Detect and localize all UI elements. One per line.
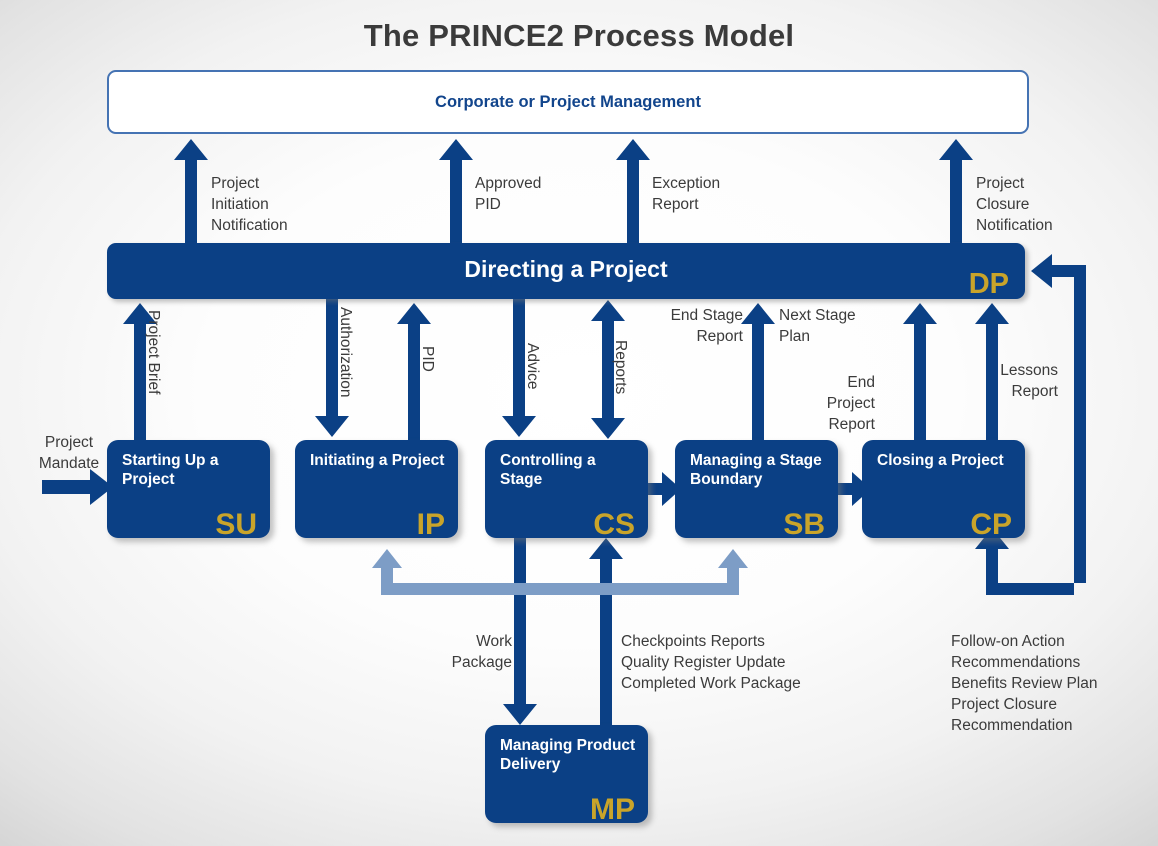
- process-box-initiating-a-project[interactable]: Initiating a Project IP: [295, 440, 458, 541]
- process-abbr-mp: MP: [590, 793, 635, 826]
- process-name-ip: Initiating a Project: [310, 452, 445, 469]
- arrow-light-connector-to-sb: [621, 549, 748, 595]
- flow-label-project-brief: Project Brief: [145, 310, 162, 395]
- flow-label-next-stage-plan: Next Stage Plan: [779, 307, 856, 345]
- flow-label-project-initiation-notification: Project Initiation Notification: [211, 175, 288, 234]
- arrow-project-mandate: [42, 469, 113, 505]
- process-box-starting-up-a-project[interactable]: Starting Up a Project SU: [107, 440, 270, 541]
- flow-label-exception-report: Exception Report: [652, 175, 721, 213]
- flow-label-end-stage-report: End Stage Report: [670, 307, 743, 345]
- process-name-sb: Managing a Stage Boundary: [690, 452, 822, 488]
- arrow-project-initiation-notification: [174, 139, 208, 243]
- directing-a-project-abbr: DP: [968, 268, 1009, 300]
- corporate-management-label: Corporate or Project Management: [435, 92, 701, 111]
- process-abbr-cs: CS: [593, 508, 635, 541]
- flow-label-project-mandate: Project Mandate: [38, 434, 100, 472]
- flow-label-project-closure-notification: Project Closure Notification: [976, 175, 1053, 234]
- flow-label-reports: Reports: [612, 340, 629, 395]
- process-box-closing-a-project[interactable]: Closing a Project CP: [862, 440, 1025, 541]
- flow-label-work-package: Work Package: [451, 633, 512, 671]
- flow-label-checkpoints-reports: Checkpoints Reports Quality Register Upd…: [621, 633, 801, 692]
- corporate-management-box[interactable]: Corporate or Project Management: [107, 70, 1029, 134]
- prince2-process-model-diagram: The PRINCE2 Process Model Corporate or P…: [0, 0, 1158, 846]
- process-name-cs: Controlling a Stage: [500, 452, 596, 488]
- flow-label-authorization: Authorization: [337, 307, 354, 398]
- flow-label-advice: Advice: [524, 343, 541, 390]
- process-box-controlling-a-stage[interactable]: Controlling a Stage CS: [485, 440, 648, 541]
- arrow-checkpoints-reports: [589, 538, 623, 725]
- arrow-light-connector-bus: [372, 549, 590, 595]
- process-abbr-ip: IP: [416, 508, 445, 541]
- process-box-directing-a-project[interactable]: Directing a Project DP: [107, 243, 1025, 300]
- dark-blue-arrows: [42, 139, 1086, 725]
- arrow-project-closure-notification: [939, 139, 973, 243]
- arrow-approved-pid: [439, 139, 473, 243]
- process-name-cp: Closing a Project: [877, 452, 1004, 469]
- directing-a-project-label: Directing a Project: [464, 256, 668, 282]
- flow-label-follow-on-action: Follow-on Action Recommendations Benefit…: [951, 633, 1098, 734]
- arrow-exception-report: [616, 139, 650, 243]
- light-blue-connectors: [372, 549, 748, 595]
- process-box-managing-product-delivery[interactable]: Managing Product Delivery MP: [485, 725, 648, 826]
- process-name-su: Starting Up a Project: [122, 452, 219, 488]
- process-box-managing-a-stage-boundary[interactable]: Managing a Stage Boundary SB: [675, 440, 838, 541]
- flow-label-pid: PID: [419, 346, 436, 372]
- process-abbr-cp: CP: [970, 508, 1012, 541]
- light-connector-bridge: [590, 583, 622, 595]
- flow-label-lessons-report: Lessons Report: [1000, 362, 1058, 400]
- page-title: The PRINCE2 Process Model: [363, 18, 795, 53]
- process-abbr-su: SU: [215, 508, 257, 541]
- process-abbr-sb: SB: [783, 508, 825, 541]
- process-name-mp: Managing Product Delivery: [500, 737, 636, 773]
- flow-label-approved-pid: Approved PID: [475, 175, 542, 213]
- flow-label-end-project-report: End Project Report: [826, 374, 875, 433]
